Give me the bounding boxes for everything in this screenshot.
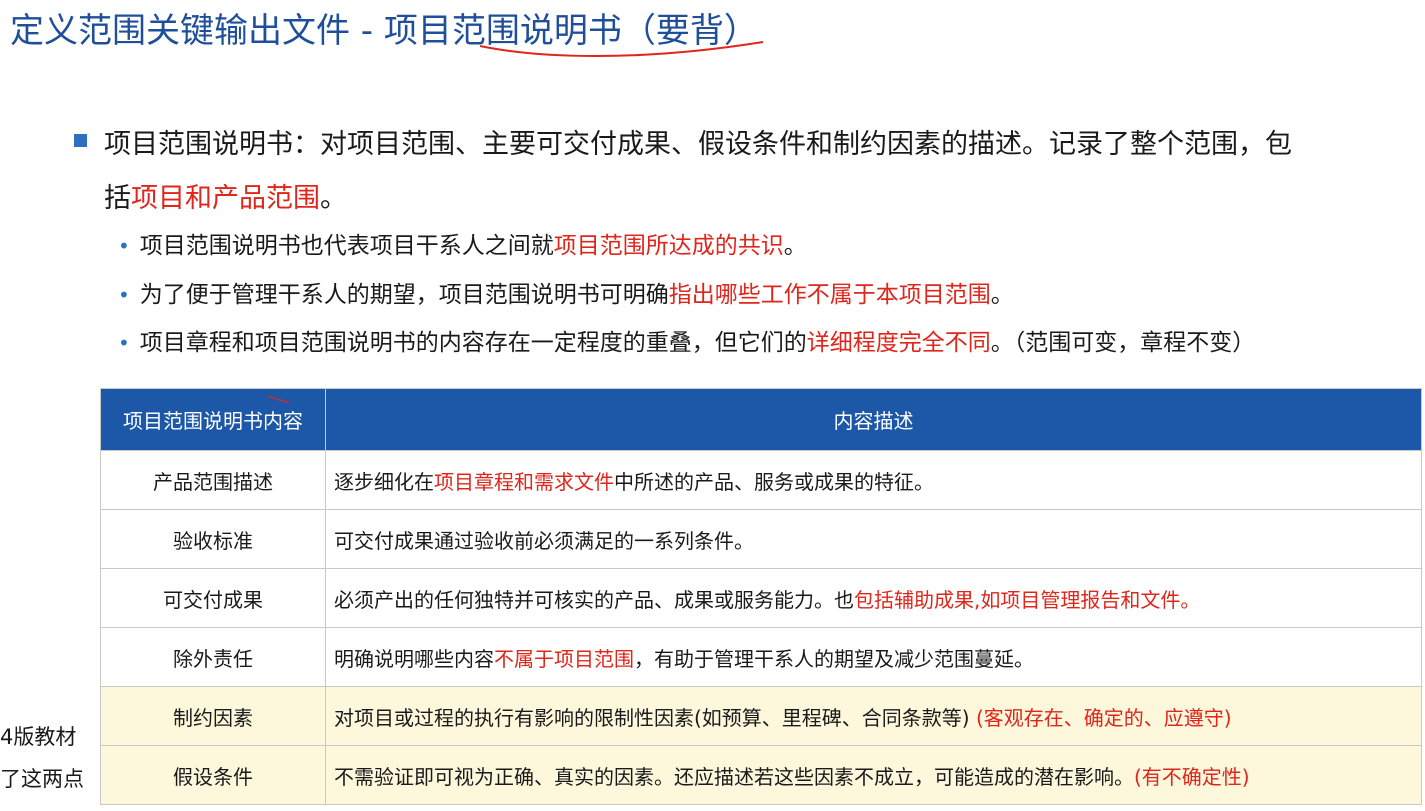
table-row: 验收标准 可交付成果通过验收前必须满足的一系列条件。 [100,509,1422,569]
sub-point-prefix: 项目章程和项目范围说明书的内容存在一定程度的重叠，但它们的 [139,330,807,356]
main-line1: 项目范围说明书：对项目范围、主要可交付成果、假设条件和制约因素的描述。记录了整个… [104,129,1292,160]
row-description: 逐步细化在项目章程和需求文件中所述的产品、服务或成果的特征。 [325,450,1422,510]
row-description: 明确说明哪些内容不属于项目范围，有助于管理干系人的期望及减少范围蔓延。 [325,627,1422,687]
desc-prefix: 必须产出的任何独特并可核实的产品、成果或服务能力。也 [334,587,854,612]
row-description: 对项目或过程的执行有影响的限制性因素(如预算、里程碑、合同条款等) (客观存在、… [325,686,1422,746]
desc-prefix: 逐步细化在 [334,469,434,494]
sub-point-prefix: 为了便于管理干系人的期望，项目范围说明书可明确 [139,282,669,308]
table-row: 产品范围描述 逐步细化在项目章程和需求文件中所述的产品、服务或成果的特征。 [100,450,1422,510]
main-definition: 项目范围说明书：对项目范围、主要可交付成果、假设条件和制约因素的描述。记录了整个… [104,118,1425,226]
desc-highlight: (有不确定性) [1134,764,1250,789]
sub-point-prefix: 项目范围说明书也代表项目干系人之间就 [139,233,554,259]
desc-highlight: (客观存在、确定的、应遵守) [975,705,1232,730]
row-description: 可交付成果通过验收前必须满足的一系列条件。 [325,509,1422,569]
row-name: 验收标准 [100,509,326,569]
main-line2-suffix: 。 [320,183,347,214]
scope-statement-table: 项目范围说明书内容 内容描述 产品范围描述 逐步细化在项目章程和需求文件中所述的… [100,388,1422,805]
sub-point-highlight: 详细程度完全不同 [806,330,991,356]
desc-prefix: 对项目或过程的执行有影响的限制性因素(如预算、里程碑、合同条款等) [334,705,976,730]
sub-point-suffix: 。 [783,233,807,259]
row-description: 不需验证即可视为正确、真实的因素。还应描述若这些因素不成立，可能造成的潜在影响。… [325,745,1422,805]
sub-point-suffix: 。（范围可变，章程不变） [990,330,1256,356]
sub-point-2: • 为了便于管理干系人的期望，项目范围说明书可明确指出哪些工作不属于本项目范围。 [118,275,1014,309]
row-name: 产品范围描述 [100,450,326,510]
desc-prefix: 可交付成果通过验收前必须满足的一系列条件。 [334,528,754,553]
sub-point-1: • 项目范围说明书也代表项目干系人之间就项目范围所达成的共识。 [118,226,807,260]
red-underline-annotation [479,41,764,57]
table-row: 可交付成果 必须产出的任何独特并可核实的产品、成果或服务能力。也包括辅助成果,如… [100,568,1422,628]
sub-point-suffix: 。 [990,282,1014,308]
header-content-description: 内容描述 [325,388,1422,451]
table-row: 假设条件 不需验证即可视为正确、真实的因素。还应描述若这些因素不成立，可能造成的… [100,745,1422,805]
bullet-dot-icon: • [118,283,130,307]
desc-prefix: 明确说明哪些内容 [334,646,494,671]
pen-mark-annotation [267,395,290,404]
bullet-square-icon [74,134,87,147]
row-name: 假设条件 [100,745,326,805]
sub-point-highlight: 项目范围所达成的共识 [553,233,784,259]
row-name: 除外责任 [100,627,326,687]
row-description: 必须产出的任何独特并可核实的产品、成果或服务能力。也包括辅助成果,如项目管理报告… [325,568,1422,628]
desc-highlight: 包括辅助成果,如项目管理报告和文件。 [854,587,1201,612]
row-name: 可交付成果 [100,568,326,628]
side-note-1: 4版教材 [0,725,77,749]
desc-highlight: 不属于项目范围 [494,646,634,671]
desc-highlight: 项目章程和需求文件 [434,469,614,494]
main-line2-prefix: 括 [104,183,131,214]
side-note-2: 了这两点 [0,767,84,791]
table-row: 制约因素 对项目或过程的执行有影响的限制性因素(如预算、里程碑、合同条款等) (… [100,686,1422,746]
desc-suffix: ，有助于管理干系人的期望及减少范围蔓延。 [634,646,1034,671]
main-line2-highlight: 项目和产品范围 [131,183,320,214]
sub-point-3: • 项目章程和项目范围说明书的内容存在一定程度的重叠，但它们的详细程度完全不同。（… [118,323,1255,357]
table-header-row: 项目范围说明书内容 内容描述 [100,388,1422,451]
table-row: 除外责任 明确说明哪些内容不属于项目范围，有助于管理干系人的期望及减少范围蔓延。 [100,627,1422,687]
row-name: 制约因素 [100,686,326,746]
desc-prefix: 不需验证即可视为正确、真实的因素。还应描述若这些因素不成立，可能造成的潜在影响。 [334,764,1134,789]
desc-suffix: 中所述的产品、服务或成果的特征。 [614,469,934,494]
bullet-dot-icon: • [118,331,130,355]
sub-point-highlight: 指出哪些工作不属于本项目范围 [668,282,991,308]
bullet-dot-icon: • [118,234,130,258]
